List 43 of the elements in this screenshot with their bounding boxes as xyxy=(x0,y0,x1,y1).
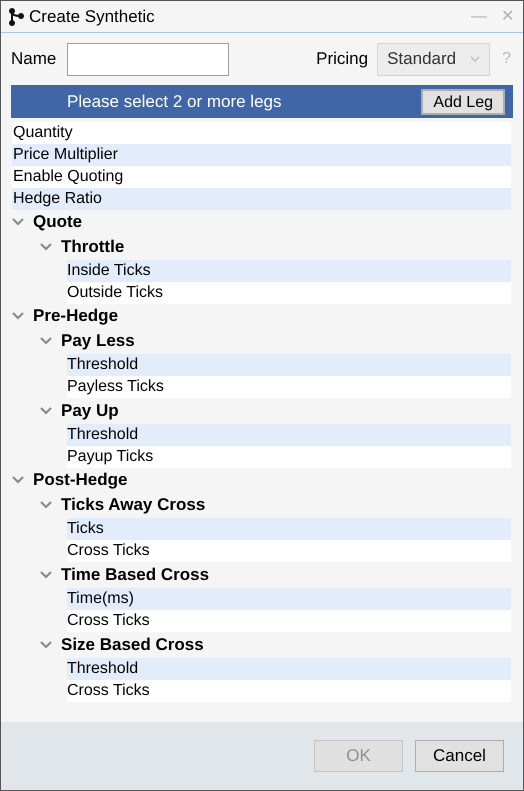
add-leg-button[interactable]: Add Leg xyxy=(421,88,505,114)
property-row[interactable]: Price Multiplier xyxy=(12,144,511,166)
group-heading: Pre-Hedge xyxy=(33,305,118,328)
property-row[interactable]: Cross Ticks xyxy=(67,540,511,562)
name-input-field[interactable] xyxy=(67,42,230,76)
property-row[interactable]: Threshold xyxy=(67,424,511,446)
pricing-label: Pricing xyxy=(316,48,368,70)
property-row[interactable]: Cross Ticks xyxy=(67,680,511,702)
subgroup-heading: Throttle xyxy=(61,236,124,258)
chevron-down-icon[interactable] xyxy=(40,571,52,579)
subgroup-heading: Time Based Cross xyxy=(61,564,210,586)
chevron-down-icon[interactable] xyxy=(40,407,52,415)
subgroup-heading: Ticks Away Cross xyxy=(61,494,206,516)
property-row[interactable]: Inside Ticks xyxy=(67,260,511,282)
group-heading: Post-Hedge xyxy=(33,469,128,492)
chevron-down-icon[interactable] xyxy=(40,641,52,649)
legs-message: Please select 2 or more legs xyxy=(67,90,282,113)
subgroup-heading: Pay Less xyxy=(61,330,135,352)
property-row[interactable]: Ticks xyxy=(67,518,511,540)
property-row[interactable]: Enable Quoting xyxy=(12,166,511,188)
window-title: Create Synthetic xyxy=(29,6,155,28)
subgroup-heading: Size Based Cross xyxy=(61,634,204,656)
chevron-down-icon[interactable] xyxy=(40,337,52,345)
property-row[interactable]: Outside Ticks xyxy=(67,282,511,304)
property-row[interactable]: Threshold xyxy=(67,658,511,680)
property-row[interactable]: Payup Ticks xyxy=(67,446,511,468)
property-row[interactable]: Hedge Ratio xyxy=(12,188,511,210)
chevron-down-icon[interactable] xyxy=(12,312,24,320)
caret-icon xyxy=(470,56,480,62)
property-row[interactable]: Threshold xyxy=(67,354,511,376)
chevron-down-icon[interactable] xyxy=(12,218,24,226)
chevron-down-icon[interactable] xyxy=(12,476,24,484)
cancel-button[interactable]: Cancel xyxy=(415,740,504,772)
app-logo-icon xyxy=(8,6,24,26)
property-row[interactable]: Cross Ticks xyxy=(67,610,511,632)
name-label: Name xyxy=(11,48,56,70)
chevron-down-icon[interactable] xyxy=(40,243,52,251)
group-heading: Quote xyxy=(33,211,82,234)
subgroup-heading: Pay Up xyxy=(61,400,119,422)
chevron-down-icon[interactable] xyxy=(40,501,52,509)
property-row[interactable]: Payless Ticks xyxy=(67,376,511,398)
property-row[interactable]: Quantity xyxy=(12,122,511,144)
property-row[interactable]: Time(ms) xyxy=(67,588,511,610)
